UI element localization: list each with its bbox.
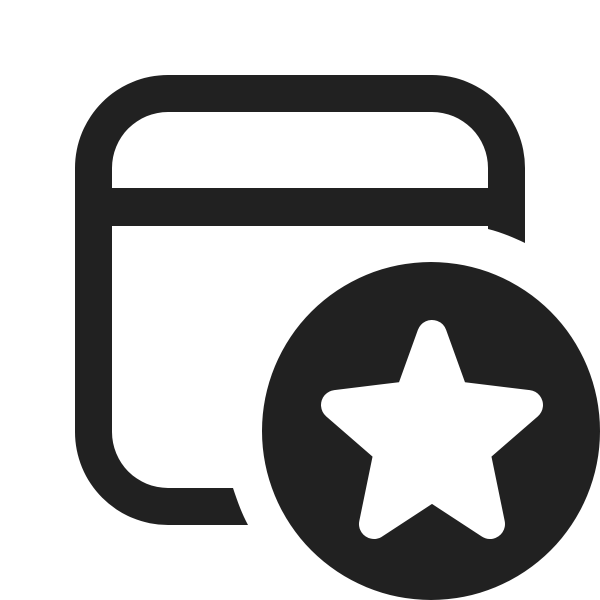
calendar-star-icon xyxy=(75,75,600,600)
calendar-star-icon-canvas xyxy=(0,0,600,600)
